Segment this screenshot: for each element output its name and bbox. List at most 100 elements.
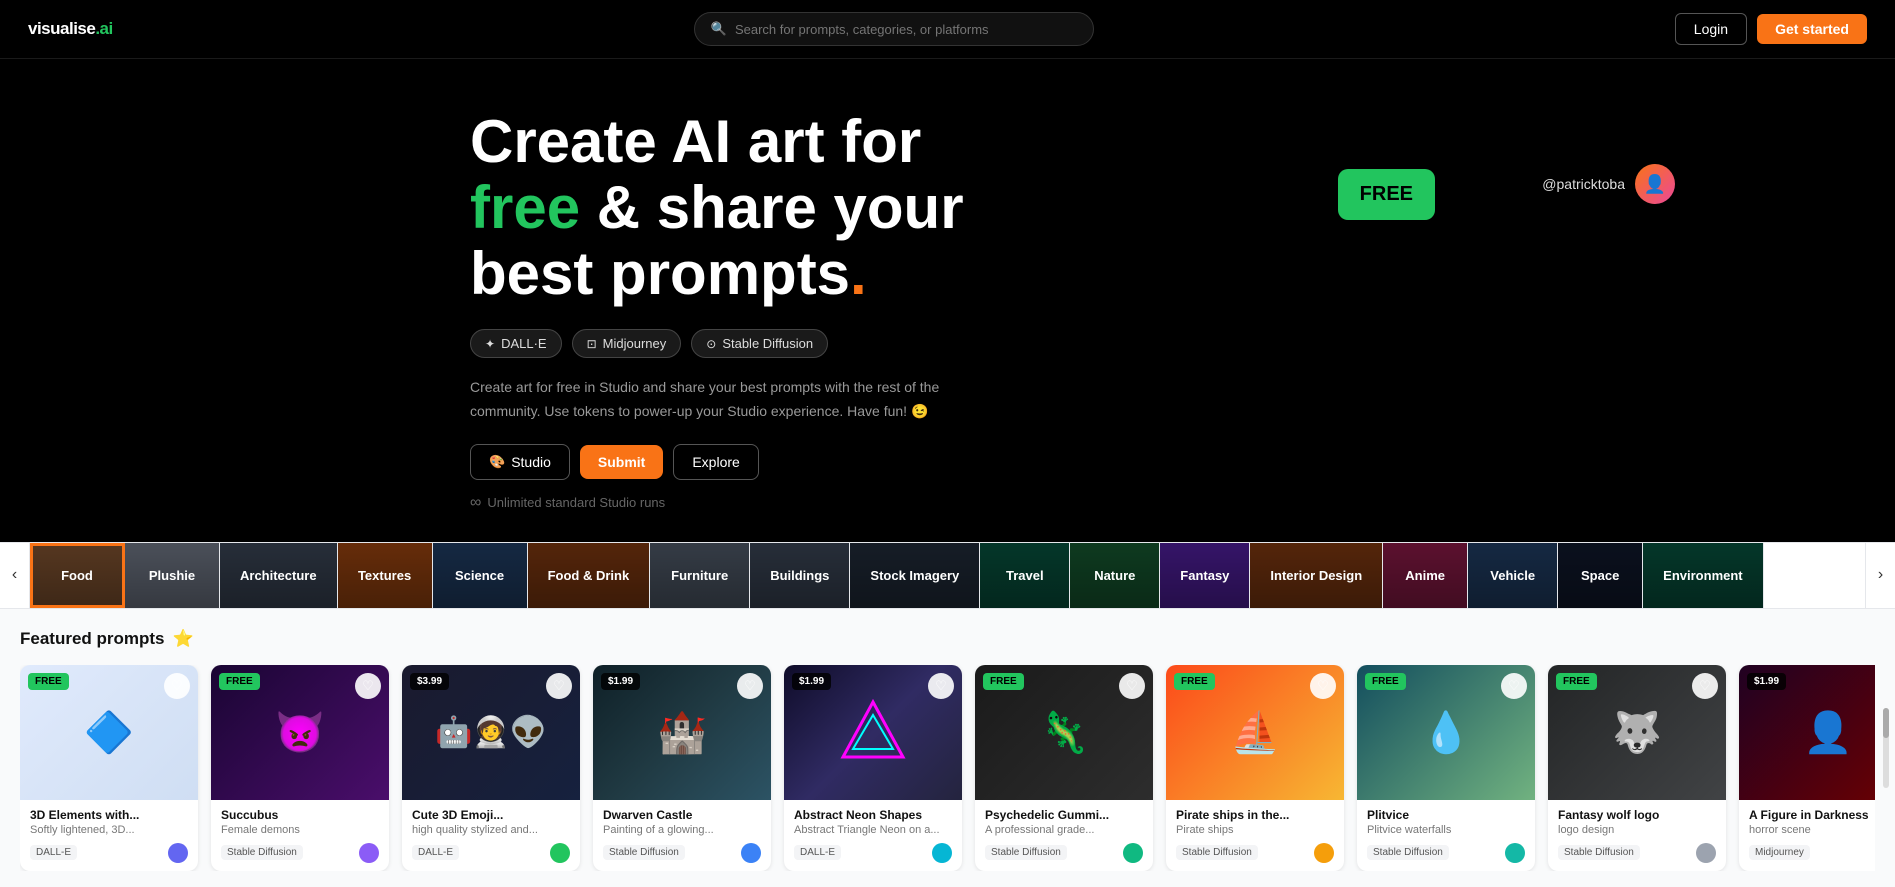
prompt-card-1[interactable]: 🔷 FREE ♡ 3D Elements with... Softly ligh… [20,665,198,871]
cat-textures-label: Textures [358,568,411,583]
prompts-grid: 🔷 FREE ♡ 3D Elements with... Softly ligh… [20,665,1875,871]
card-4-author [741,843,761,863]
hero-title: Create AI art for free & share your best… [470,109,1050,307]
card-6-footer: Stable Diffusion [985,843,1143,863]
cat-food-drink[interactable]: Food & Drink [528,543,651,608]
card-6-platform: Stable Diffusion [985,845,1067,860]
cat-travel[interactable]: Travel [980,543,1070,608]
card-1-heart[interactable]: ♡ [164,673,190,699]
card-2-body: Succubus Female demons Stable Diffusion [211,800,389,871]
cat-nature[interactable]: Nature [1070,543,1160,608]
midjourney-icon: ⊡ [587,337,597,351]
tag-midjourney[interactable]: ⊡ Midjourney [572,329,682,358]
star-icon: ⭐ [173,629,194,649]
card-5-subtitle: Abstract Triangle Neon on a... [794,824,952,836]
card-8-subtitle: Plitvice waterfalls [1367,824,1525,836]
card-6-heart[interactable]: ♡ [1119,673,1145,699]
categories-bar: ‹ Food Plushie Architecture Textures Sci… [0,542,1895,609]
hero-dot: . [850,240,867,307]
card-7-footer: Stable Diffusion [1176,843,1334,863]
card-1-price: FREE [28,673,69,690]
logo-text: visualise [28,19,95,38]
card-3-author [550,843,570,863]
card-10-subtitle: horror scene [1749,824,1875,836]
hero-free: free [470,174,580,241]
cat-environment[interactable]: Environment [1643,543,1763,608]
prompt-card-4[interactable]: 🏰 $1.99 ♡ Dwarven Castle Painting of a g… [593,665,771,871]
cat-vehicle[interactable]: Vehicle [1468,543,1558,608]
cat-stock-imagery[interactable]: Stock Imagery [850,543,980,608]
card-3-heart[interactable]: ♡ [546,673,572,699]
dalle-label: DALL·E [501,336,547,351]
card-9-price: FREE [1556,673,1597,690]
cat-science[interactable]: Science [433,543,528,608]
card-6-price: FREE [983,673,1024,690]
cat-textures[interactable]: Textures [338,543,433,608]
cat-furniture-label: Furniture [671,568,728,583]
card-7-platform: Stable Diffusion [1176,845,1258,860]
logo[interactable]: visualise.ai [28,19,113,39]
card-5-footer: DALL-E [794,843,952,863]
get-started-button[interactable]: Get started [1757,14,1867,44]
card-4-subtitle: Painting of a glowing... [603,824,761,836]
login-button[interactable]: Login [1675,13,1747,45]
card-8-author [1505,843,1525,863]
card-9-footer: Stable Diffusion [1558,843,1716,863]
logo-ai: .ai [95,19,112,38]
prompt-card-5[interactable]: $1.99 ♡ Abstract Neon Shapes Abstract Tr… [784,665,962,871]
hero-description: Create art for free in Studio and share … [470,376,950,424]
prompt-card-9[interactable]: 🐺 FREE ♡ Fantasy wolf logo logo design S… [1548,665,1726,871]
card-8-body: Plitvice Plitvice waterfalls Stable Diff… [1357,800,1535,871]
prompt-card-6[interactable]: 🦎 FREE ♡ Psychedelic Gummi... A professi… [975,665,1153,871]
cat-furniture[interactable]: Furniture [650,543,750,608]
cat-anime[interactable]: Anime [1383,543,1468,608]
tag-dalle[interactable]: ✦ DALL·E [470,329,562,358]
prompt-card-3[interactable]: 🤖🧑‍🚀👽 $3.99 ♡ Cute 3D Emoji... high qual… [402,665,580,871]
cat-fantasy[interactable]: Fantasy [1160,543,1250,608]
tag-stable-diffusion[interactable]: ⊙ Stable Diffusion [691,329,828,358]
card-1-footer: DALL-E [30,843,188,863]
card-10-platform: Midjourney [1749,845,1810,860]
submit-button[interactable]: Submit [580,445,663,479]
stable-diffusion-label: Stable Diffusion [722,336,813,351]
explore-button[interactable]: Explore [673,444,758,480]
cat-plushie[interactable]: Plushie [125,543,220,608]
prompt-card-2[interactable]: 👿 FREE ♡ Succubus Female demons Stable D… [211,665,389,871]
card-8-platform: Stable Diffusion [1367,845,1449,860]
cat-buildings[interactable]: Buildings [750,543,850,608]
search-input[interactable] [735,22,1077,37]
card-1-body: 3D Elements with... Softly lightened, 3D… [20,800,198,871]
header-actions: Login Get started [1675,13,1867,45]
card-6-title: Psychedelic Gummi... [985,808,1143,822]
cat-space[interactable]: Space [1558,543,1643,608]
dalle-icon: ✦ [485,337,495,351]
cat-vehicle-label: Vehicle [1490,568,1535,583]
card-4-platform: Stable Diffusion [603,845,685,860]
header: visualise.ai 🔍 Login Get started [0,0,1895,59]
card-9-heart[interactable]: ♡ [1692,673,1718,699]
card-4-heart[interactable]: ♡ [737,673,763,699]
user-badge: @patricktoba 👤 [1542,164,1675,204]
cat-interior-design[interactable]: Interior Design [1250,543,1383,608]
search-icon: 🔍 [711,21,727,37]
prompt-card-8[interactable]: 💧 FREE ♡ Plitvice Plitvice waterfalls St… [1357,665,1535,871]
card-1-author [168,843,188,863]
cat-prev-button[interactable]: ‹ [0,543,30,608]
card-8-heart[interactable]: ♡ [1501,673,1527,699]
card-2-platform: Stable Diffusion [221,845,303,860]
cat-next-button[interactable]: › [1865,543,1895,608]
categories-scroll: Food Plushie Architecture Textures Scien… [30,543,1865,608]
prompt-card-10[interactable]: 👤 $1.99 ♡ A Figure in Darkness horror sc… [1739,665,1875,871]
studio-button[interactable]: 🎨 Studio [470,444,570,480]
card-9-platform: Stable Diffusion [1558,845,1640,860]
hero-section: Create AI art for free & share your best… [0,59,1895,542]
prompt-card-7[interactable]: ⛵ FREE ♡ Pirate ships in the... Pirate s… [1166,665,1344,871]
card-5-heart[interactable]: ♡ [928,673,954,699]
username: @patricktoba [1542,176,1625,192]
cat-food[interactable]: Food [30,543,125,608]
card-2-heart[interactable]: ♡ [355,673,381,699]
cat-food-drink-label: Food & Drink [548,568,630,583]
card-7-heart[interactable]: ♡ [1310,673,1336,699]
cat-architecture[interactable]: Architecture [220,543,338,608]
card-2-author [359,843,379,863]
